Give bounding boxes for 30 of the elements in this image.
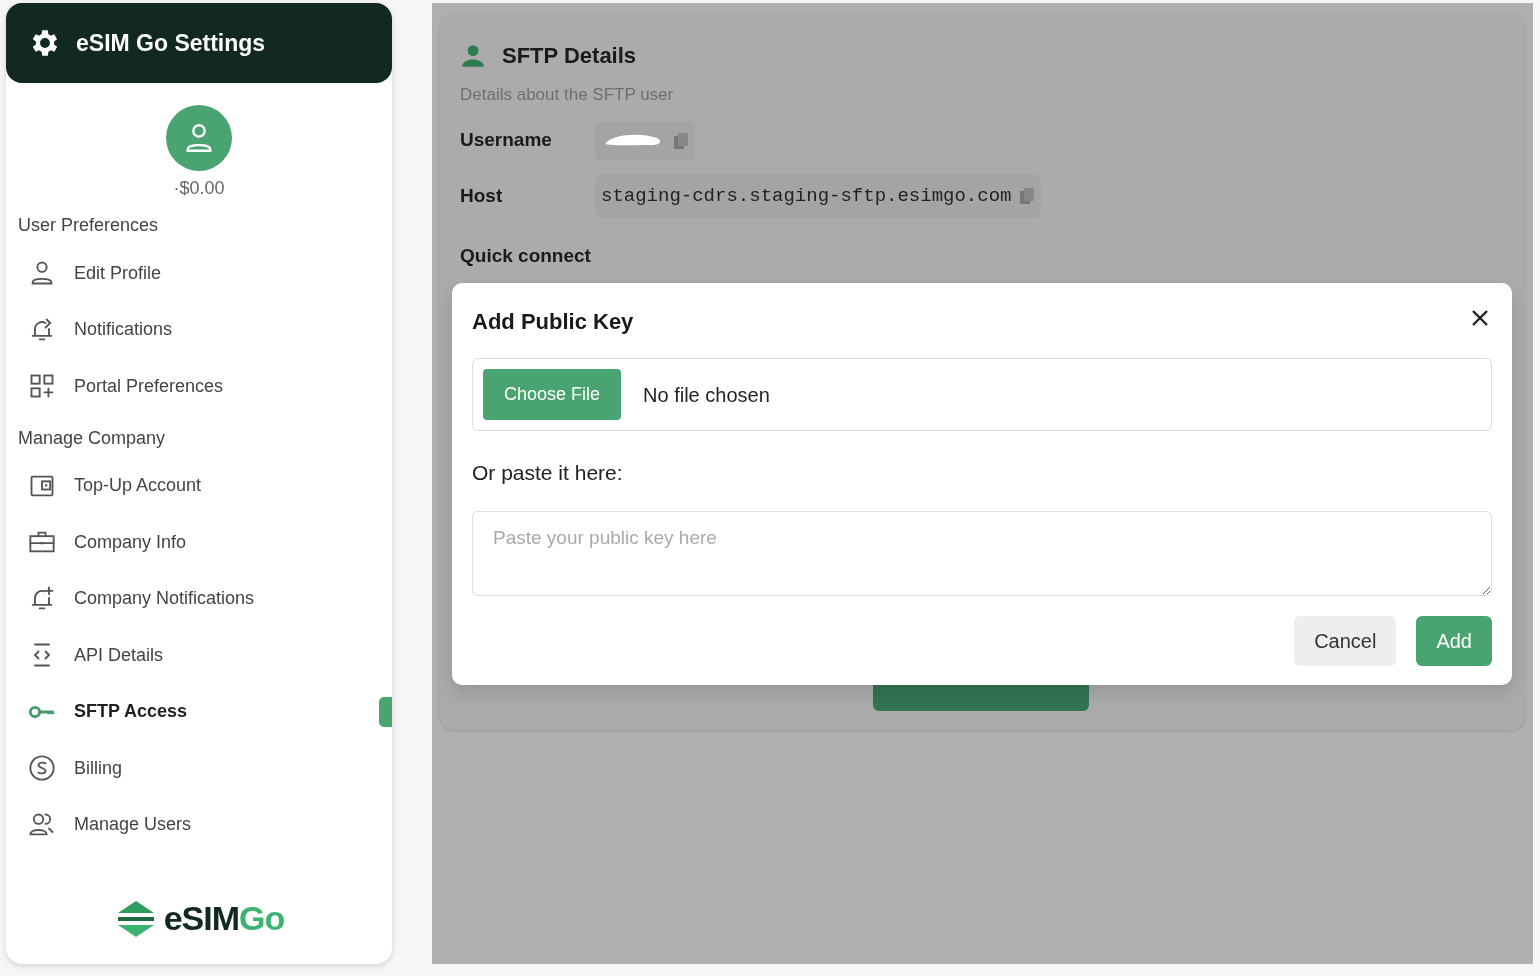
sidebar-item[interactable]: API Details [6, 627, 392, 684]
logo-text: eSIMGo [163, 898, 285, 939]
card-subtitle: Details about the SFTP user [460, 84, 675, 106]
cancel-button[interactable]: Cancel [1294, 615, 1397, 666]
file-status: No file chosen [643, 382, 770, 408]
balance-text: ·$0.00 [172, 177, 226, 200]
person-icon [460, 42, 486, 69]
file-input[interactable]: Choose File No file chosen [472, 358, 1492, 431]
sidebar-item[interactable]: Edit Profile [6, 245, 392, 302]
sidebar-item[interactable]: Portal Preferences [6, 358, 392, 415]
field-label: Host [460, 183, 504, 208]
sidebar-item[interactable]: Notifications [6, 301, 392, 358]
section-heading: Quick connect [460, 244, 592, 268]
paste-label: Or paste it here: [472, 460, 624, 486]
sidebar-item[interactable]: Company Notifications [6, 570, 392, 627]
sidebar-item[interactable]: Manage Users [6, 796, 392, 853]
modal-title: Add Public Key [472, 308, 634, 336]
sidebar-item[interactable]: Company Info [6, 514, 392, 571]
sidebar-item[interactable]: SFTP Access [6, 683, 392, 740]
key-textarea[interactable]: Paste your public key here [472, 510, 1492, 596]
section-heading: Manage Company [18, 426, 167, 450]
sidebar-item[interactable]: Billing [6, 740, 392, 797]
card-title: SFTP Details [502, 42, 637, 70]
section-heading: User Preferences [18, 214, 160, 237]
dollar-icon [28, 754, 56, 783]
field-label: Username [460, 128, 553, 153]
sidebar-title: eSIM Go Settings [76, 28, 266, 58]
host-text: staging-cdrs.staging-sftp.esimgo.com [601, 183, 1012, 209]
active-indicator [379, 696, 392, 727]
sidebar-item[interactable]: Top-Up Account [6, 457, 392, 514]
